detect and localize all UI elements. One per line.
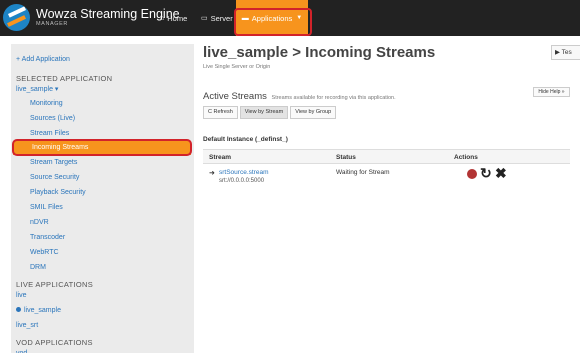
sidebar-item-transcoder[interactable]: Transcoder — [30, 234, 65, 241]
logo[interactable]: Wowza Streaming Engine MANAGER — [3, 4, 180, 31]
live-app-live-sample[interactable]: live_sample — [16, 307, 61, 314]
test-players-button[interactable]: ▶ Tes — [551, 45, 580, 60]
stream-name-link[interactable]: srtSource.stream — [219, 169, 269, 176]
sidebar-item-ndvr[interactable]: nDVR — [30, 219, 49, 226]
page-subtitle: Live Single Server or Origin — [203, 64, 271, 70]
current-app-dot-icon — [16, 307, 21, 312]
refresh-button[interactable]: C Refresh — [203, 106, 238, 119]
sidebar-item-smil-files[interactable]: SMIL Files — [30, 204, 63, 211]
view-by-stream-button[interactable]: View by Stream — [239, 106, 289, 119]
selected-application-dropdown[interactable]: live_sample ▾ — [16, 85, 58, 93]
arrow-right-icon: ➜ — [209, 170, 215, 177]
live-app-live-sample-label: live_sample — [24, 307, 61, 314]
table-header: Stream Status Actions — [203, 149, 570, 164]
stream-status: Waiting for Stream — [336, 169, 390, 176]
nav-server-label: Server — [210, 13, 233, 23]
instance-title: Default Instance (_definst_) — [203, 136, 288, 143]
main-content: live_sample > Incoming Streams Live Sing… — [203, 44, 580, 353]
view-button-group: C Refresh View by Stream View by Group — [203, 106, 338, 119]
app-title: Wowza Streaming Engine — [36, 6, 180, 21]
close-icon[interactable]: ✖ — [495, 165, 507, 182]
logo-text: Wowza Streaming Engine MANAGER — [36, 6, 180, 28]
active-streams-heading: Active Streams Streams available for rec… — [203, 91, 396, 102]
nav-home-label: Home — [167, 13, 188, 23]
table-row: ➜ srtSource.stream srt://0.0.0.0:5000 Wa… — [203, 164, 570, 192]
sidebar-item-playback-security[interactable]: Playback Security — [30, 189, 86, 196]
sidebar: + Add Application SELECTED APPLICATION l… — [11, 44, 194, 353]
live-app-live[interactable]: live — [16, 292, 27, 299]
sidebar-item-sources-live[interactable]: Sources (Live) — [30, 115, 75, 122]
stream-url: srt://0.0.0.0:5000 — [219, 178, 265, 184]
monitor-icon: ▭ — [201, 15, 208, 22]
active-streams-description: Streams available for recording via this… — [271, 95, 396, 101]
nav-server[interactable]: ▭ Server — [201, 0, 233, 36]
selected-application-heading: SELECTED APPLICATION — [16, 74, 113, 83]
sidebar-item-drm[interactable]: DRM — [30, 264, 46, 271]
sidebar-item-webrtc[interactable]: WebRTC — [30, 249, 59, 256]
column-header-actions: Actions — [454, 154, 478, 161]
streams-table: Stream Status Actions ➜ srtSource.stream… — [203, 149, 570, 192]
active-streams-title: Active Streams — [203, 91, 267, 102]
applications-highlight — [234, 8, 312, 36]
view-by-group-button[interactable]: View by Group — [290, 106, 337, 119]
live-applications-heading: LIVE APPLICATIONS — [16, 280, 94, 289]
column-header-stream: Stream — [209, 154, 232, 161]
record-icon[interactable] — [467, 169, 477, 179]
vod-applications-heading: VOD APPLICATIONS — [16, 338, 93, 347]
sidebar-item-stream-targets[interactable]: Stream Targets — [30, 159, 77, 166]
home-icon: ⌂ — [160, 14, 165, 22]
sidebar-item-source-security[interactable]: Source Security — [30, 174, 79, 181]
sidebar-item-stream-files[interactable]: Stream Files — [30, 130, 69, 137]
sidebar-item-monitoring[interactable]: Monitoring — [30, 100, 63, 107]
incoming-streams-highlight — [12, 139, 192, 156]
live-app-live-srt[interactable]: live_srt — [16, 322, 38, 329]
hide-help-button[interactable]: Hide Help » — [533, 87, 570, 97]
app-subtitle: MANAGER — [36, 21, 69, 27]
nav-home[interactable]: ⌂ Home — [160, 0, 187, 36]
column-header-status: Status — [336, 154, 356, 161]
wowza-logo-icon — [3, 4, 30, 31]
page-title: live_sample > Incoming Streams — [203, 44, 436, 61]
restart-icon[interactable]: ↻ — [480, 165, 492, 182]
add-application-link[interactable]: + Add Application — [16, 56, 70, 63]
